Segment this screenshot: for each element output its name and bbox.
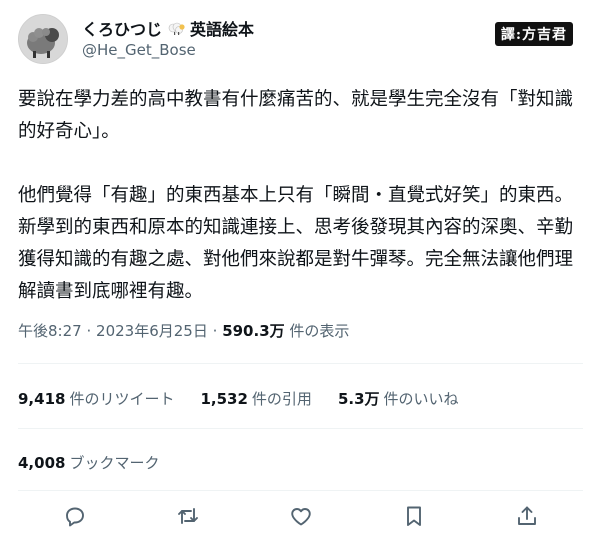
bookmark-icon bbox=[402, 504, 426, 532]
views-count: 590.3万 bbox=[222, 322, 285, 340]
avatar[interactable] bbox=[18, 14, 68, 64]
tweet-time[interactable]: 午後8:27 bbox=[18, 322, 82, 340]
action-bar bbox=[18, 498, 583, 538]
retweets-stat[interactable]: 9,418 件のリツイート bbox=[18, 388, 174, 409]
bookmarks-count: 4,008 bbox=[18, 454, 66, 472]
reply-icon bbox=[63, 504, 87, 532]
meta-separator: · bbox=[212, 322, 218, 340]
views-label: 件の表示 bbox=[289, 322, 350, 340]
like-button[interactable] bbox=[283, 500, 319, 536]
tweet-text: 要說在學力差的高中教書有什麼痛苦的、就是學生完全沒有「對知識的好奇心」。 他們覺… bbox=[18, 89, 574, 302]
like-icon bbox=[289, 504, 313, 532]
user-handle[interactable]: @He_Get_Bose bbox=[82, 41, 196, 59]
bookmark-button[interactable] bbox=[396, 500, 432, 536]
display-name-suffix[interactable]: 英語絵本 bbox=[190, 16, 254, 40]
retweets-count: 9,418 bbox=[18, 390, 66, 408]
reply-button[interactable] bbox=[57, 500, 93, 536]
divider bbox=[18, 363, 583, 364]
translator-watermark: 譯:方吉君 bbox=[494, 22, 573, 46]
quotes-label: 件の引用 bbox=[251, 390, 312, 408]
sheep-icon bbox=[166, 20, 186, 36]
likes-label: 件のいいね bbox=[383, 390, 459, 408]
display-name-row[interactable]: くろひつじ 英語絵本 bbox=[82, 16, 254, 40]
share-icon bbox=[515, 504, 539, 532]
retweet-button[interactable] bbox=[170, 500, 206, 536]
likes-stat[interactable]: 5.3万 件のいいね bbox=[338, 388, 459, 409]
bookmarks-label: ブックマーク bbox=[69, 454, 160, 472]
tweet-header: くろひつじ 英語絵本 @He_Get_Bose 譯:方吉君 bbox=[18, 12, 583, 68]
engagement-stats: 9,418 件のリツイート 1,532 件の引用 5.3万 件のいいね bbox=[18, 388, 459, 409]
retweets-label: 件のリツイート bbox=[69, 390, 175, 408]
share-button[interactable] bbox=[509, 500, 545, 536]
tweet-date[interactable]: 2023年6月25日 bbox=[96, 322, 208, 340]
retweet-icon bbox=[176, 504, 200, 532]
bookmarks-stat[interactable]: 4,008 ブックマーク bbox=[18, 452, 159, 473]
likes-count: 5.3万 bbox=[337, 390, 380, 408]
quotes-stat[interactable]: 1,532 件の引用 bbox=[200, 388, 311, 409]
tweet-meta: 午後8:27 · 2023年6月25日 · 590.3万 件の表示 bbox=[18, 320, 349, 341]
quotes-count: 1,532 bbox=[200, 390, 248, 408]
divider bbox=[18, 490, 583, 491]
meta-separator: · bbox=[86, 322, 92, 340]
divider bbox=[18, 428, 583, 429]
display-name[interactable]: くろひつじ bbox=[82, 16, 162, 40]
